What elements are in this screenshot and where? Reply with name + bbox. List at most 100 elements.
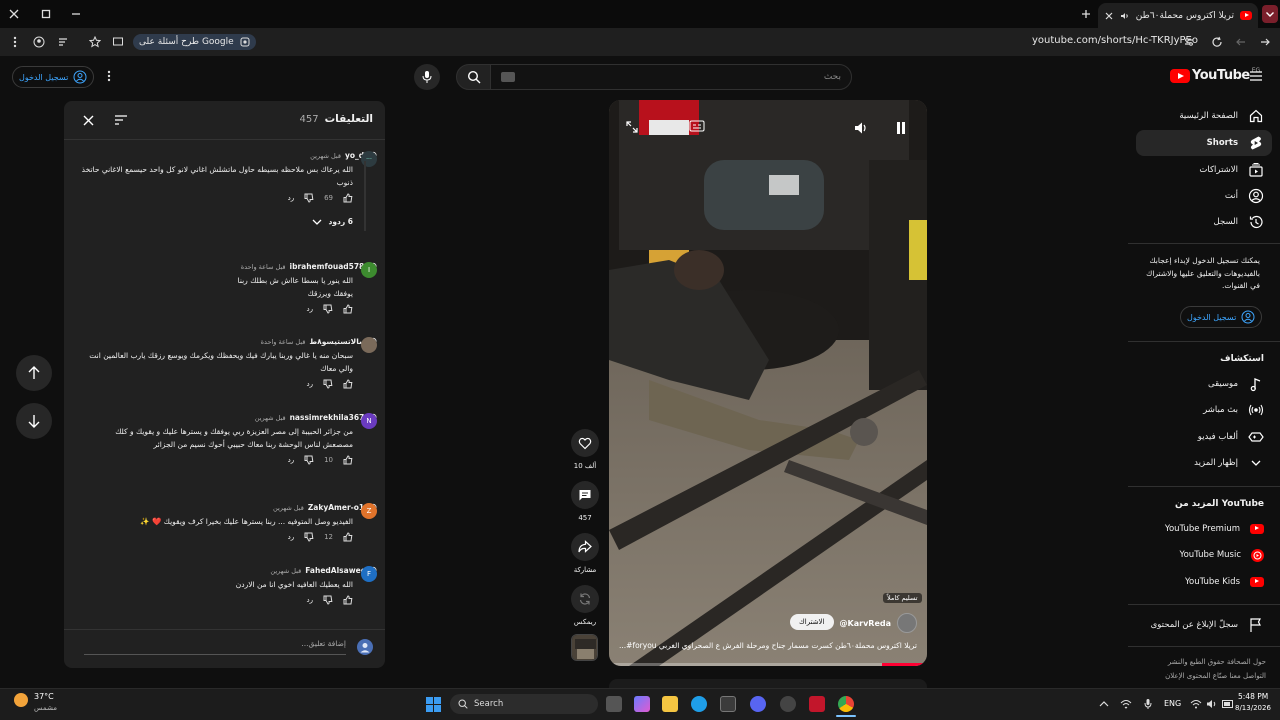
avatar[interactable]: I: [361, 262, 377, 278]
expand-icon[interactable]: [625, 120, 639, 134]
add-comment-input[interactable]: إضافة تعليق...: [84, 639, 346, 655]
wifi-icon[interactable]: [1190, 698, 1202, 710]
chrome-app-icon[interactable]: [838, 696, 854, 712]
new-tab-icon[interactable]: [1078, 6, 1094, 22]
sidebar-sign-in-button[interactable]: تسجيل الدخول: [1180, 306, 1263, 328]
dislike-icon[interactable]: [304, 193, 314, 203]
github-app-icon[interactable]: [780, 696, 796, 712]
reply-button[interactable]: رد: [288, 533, 295, 541]
close-tab-icon[interactable]: [1104, 11, 1114, 21]
like-icon[interactable]: [343, 595, 353, 605]
sidebar-item-live[interactable]: بث مباشر: [1136, 397, 1272, 423]
footer-links-1[interactable]: حول الصحافة حقوق الطبع والنشر: [1136, 658, 1266, 666]
like-icon[interactable]: [343, 304, 353, 314]
sidebar-item-show-more[interactable]: إظهار المزيد: [1136, 450, 1272, 476]
menu-dots-icon[interactable]: [8, 35, 22, 49]
like-icon[interactable]: [343, 193, 353, 203]
hamburger-menu-icon[interactable]: [1248, 68, 1264, 84]
dislike-icon[interactable]: [304, 532, 314, 542]
pause-icon[interactable]: [893, 120, 909, 136]
like-button[interactable]: [571, 429, 599, 457]
previous-short-button[interactable]: [16, 355, 52, 391]
dislike-icon[interactable]: [304, 455, 314, 465]
comments-button[interactable]: [571, 481, 599, 509]
sort-icon[interactable]: [112, 112, 130, 128]
youtube-logo[interactable]: YouTube EG: [1170, 67, 1260, 83]
sidebar-item-history[interactable]: السجل: [1136, 209, 1272, 235]
sidebar-item-you[interactable]: أنت: [1136, 183, 1272, 209]
view-replies-button[interactable]: 6 ردود: [77, 217, 377, 226]
battery-icon[interactable]: [1222, 698, 1234, 710]
channel-name[interactable]: @KarvReda: [840, 619, 891, 628]
store-app-icon[interactable]: [720, 696, 736, 712]
profile-icon[interactable]: [32, 35, 46, 49]
clock-date[interactable]: 8/13/2026: [1235, 704, 1271, 712]
close-comments-icon[interactable]: [80, 112, 96, 128]
sidebar-item-youtube-music[interactable]: YouTube Music: [1136, 542, 1272, 568]
network-icon[interactable]: [1120, 698, 1132, 710]
show-hidden-icons-icon[interactable]: [1098, 698, 1110, 710]
site-settings-icon[interactable]: [1182, 35, 1196, 49]
avatar[interactable]: [361, 337, 377, 353]
address-bar[interactable]: youtube.com/shorts/Hc-TKRJyPEo: [1032, 35, 1198, 46]
app-icon[interactable]: [809, 696, 825, 712]
dislike-icon[interactable]: [323, 595, 333, 605]
sidebar-item-shorts[interactable]: Shorts: [1136, 130, 1272, 156]
sidebar-item-subscriptions[interactable]: الاشتراكات: [1136, 157, 1272, 183]
language-indicator[interactable]: ENG: [1164, 699, 1181, 708]
channel-avatar[interactable]: [897, 613, 917, 633]
avatar[interactable]: F: [361, 566, 377, 582]
bookmark-star-icon[interactable]: [88, 35, 102, 49]
sidebar-item-youtube-premium[interactable]: YouTube Premium: [1136, 516, 1272, 542]
reading-list-icon[interactable]: [56, 35, 70, 49]
sidebar-item-youtube-kids[interactable]: YouTube Kids: [1136, 569, 1272, 595]
reload-icon[interactable]: [1210, 35, 1224, 49]
discord-app-icon[interactable]: [750, 696, 766, 712]
reply-button[interactable]: رد: [307, 596, 314, 604]
remix-button[interactable]: [571, 585, 599, 613]
reply-button[interactable]: رد: [307, 380, 314, 388]
sidebar-item-music[interactable]: موسيقى: [1136, 371, 1272, 397]
tab-search-button[interactable]: [1262, 5, 1278, 23]
speaker-icon[interactable]: [1206, 698, 1218, 710]
close-window-icon[interactable]: [6, 6, 22, 22]
dislike-icon[interactable]: [323, 304, 333, 314]
reply-button[interactable]: رد: [288, 194, 295, 202]
file-explorer-icon[interactable]: [662, 696, 678, 712]
like-icon[interactable]: [343, 532, 353, 542]
search-input[interactable]: بحث: [490, 64, 852, 90]
like-icon[interactable]: [343, 455, 353, 465]
voice-search-button[interactable]: [414, 64, 440, 90]
video-caption[interactable]: تريلا اكتروس محملة٦٠طن كسرت مسمار جناح و…: [619, 641, 917, 650]
settings-dots-icon[interactable]: [102, 68, 116, 84]
task-view-icon[interactable]: [606, 696, 622, 712]
forward-icon[interactable]: [1234, 35, 1248, 49]
widgets-app-icon[interactable]: [634, 696, 650, 712]
taskbar-search[interactable]: Search: [450, 694, 598, 714]
sidebar-item-home[interactable]: الصفحة الرئيسية: [1136, 103, 1272, 129]
short-video-player[interactable]: تسليم كاملاً @KarvReda الاشتراك تريلا اك…: [609, 100, 927, 666]
dislike-icon[interactable]: [323, 379, 333, 389]
footer-links-2[interactable]: التواصل معنا صنّاع المحتوى الإعلان: [1136, 672, 1266, 680]
progress-track[interactable]: [609, 663, 927, 666]
maximize-window-icon[interactable]: [38, 6, 54, 22]
sign-in-button[interactable]: تسجيل الدخول: [12, 66, 95, 88]
volume-icon[interactable]: [853, 120, 869, 136]
captions-icon[interactable]: [689, 120, 705, 132]
microphone-icon[interactable]: [1142, 698, 1154, 710]
share-button[interactable]: [571, 533, 599, 561]
install-app-icon[interactable]: [111, 35, 125, 49]
avatar[interactable]: Z: [361, 503, 377, 519]
keyboard-icon[interactable]: [501, 72, 515, 82]
reply-button[interactable]: رد: [288, 456, 295, 464]
google-ask-chip[interactable]: طرح أسئلة على Google: [133, 34, 256, 50]
browser-tab[interactable]: تريلا اكتروس محملة٦٠طن ك: [1098, 3, 1258, 28]
weather-icon[interactable]: [14, 693, 28, 707]
windows-start-icon[interactable]: [425, 696, 441, 712]
sound-thumbnail[interactable]: [571, 634, 598, 661]
reply-button[interactable]: رد: [307, 305, 314, 313]
minimize-window-icon[interactable]: [68, 6, 84, 22]
next-short-button[interactable]: [16, 403, 52, 439]
avatar[interactable]: N: [361, 413, 377, 429]
audio-icon[interactable]: [1120, 11, 1130, 21]
